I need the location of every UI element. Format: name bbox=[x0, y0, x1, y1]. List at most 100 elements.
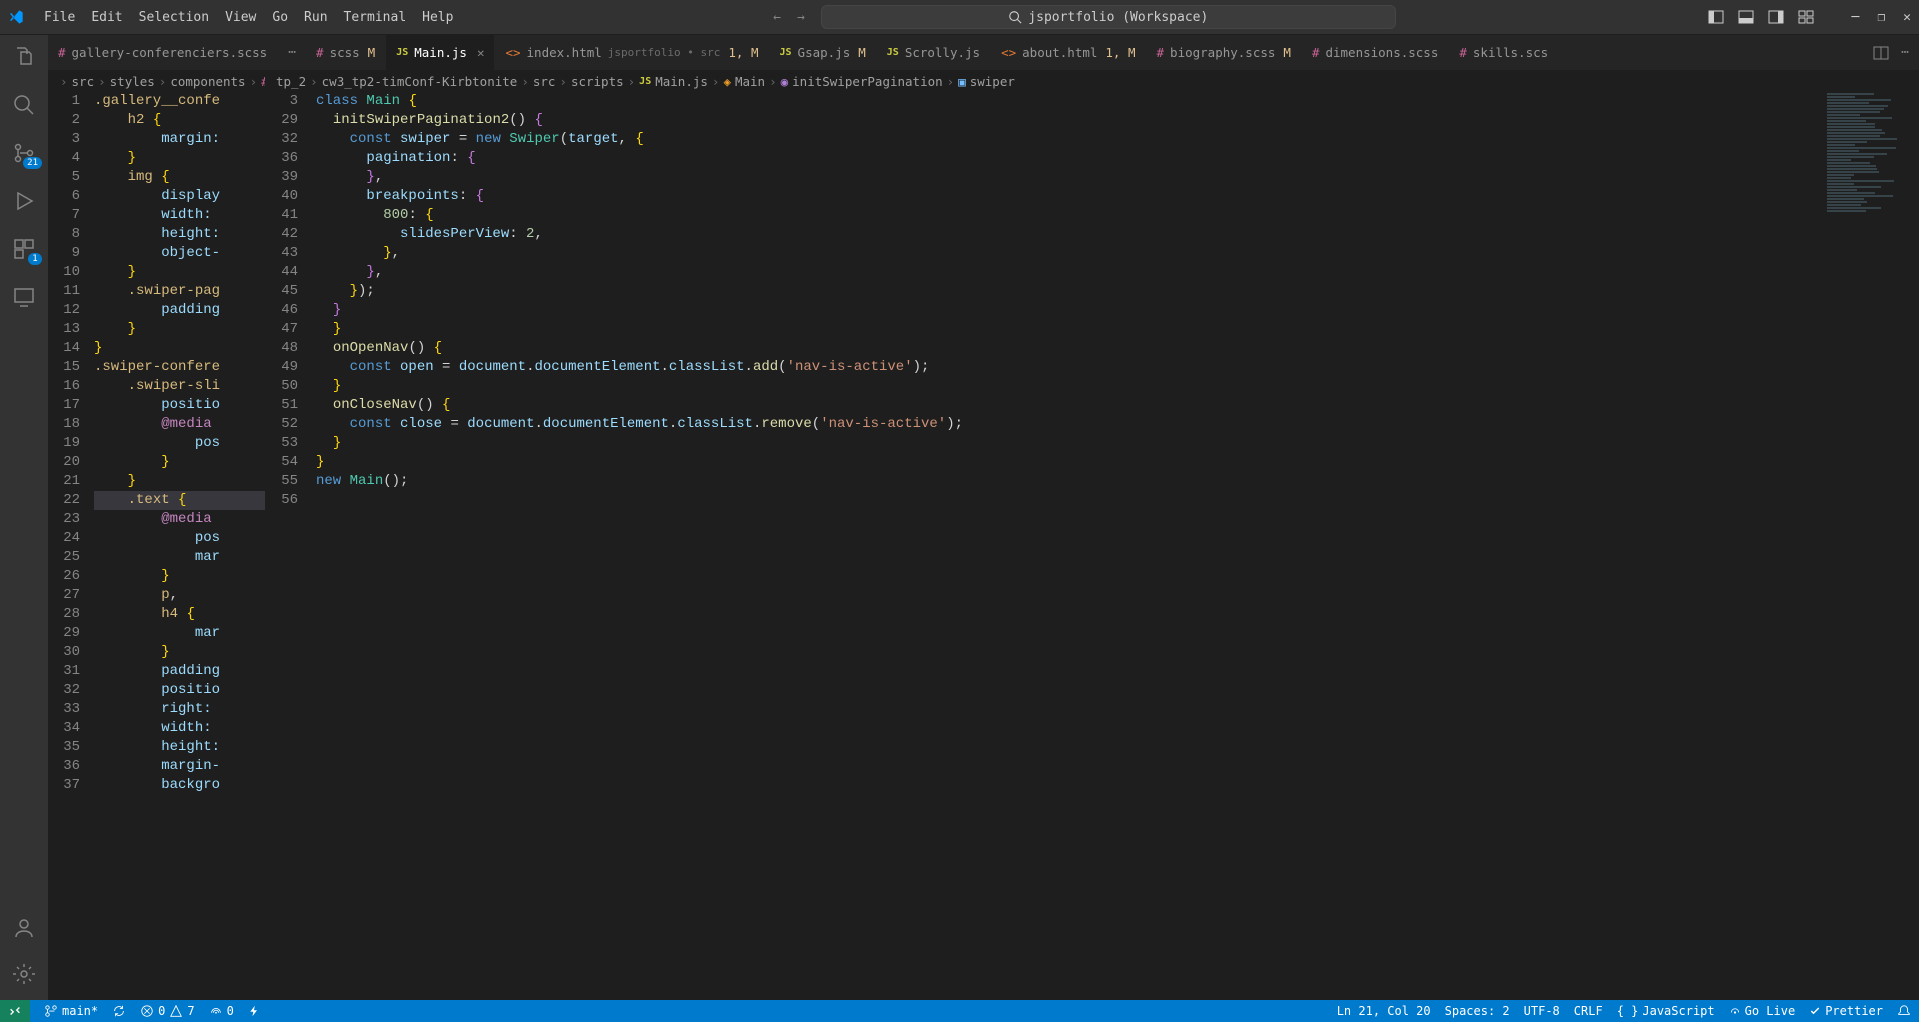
menu-view[interactable]: View bbox=[217, 6, 264, 29]
titlebar: FileEditSelectionViewGoRunTerminalHelp ←… bbox=[0, 0, 1919, 35]
editor-area: #gallery-conferenciers.scss⋯#scssMJSMain… bbox=[48, 35, 1919, 1000]
menu-terminal[interactable]: Terminal bbox=[336, 6, 415, 29]
go-live[interactable]: Go Live bbox=[1729, 1004, 1796, 1018]
crumb[interactable]: Main bbox=[735, 74, 765, 89]
crumb[interactable]: src bbox=[533, 74, 556, 89]
crumb[interactable]: styles bbox=[110, 74, 155, 89]
left-code[interactable]: 1234567891011121314151617181920212223242… bbox=[48, 92, 265, 1000]
menu-selection[interactable]: Selection bbox=[131, 6, 217, 29]
layout-grid-icon[interactable] bbox=[1798, 9, 1814, 25]
crumb[interactable]: scripts bbox=[571, 74, 624, 89]
main: 21 1 #gallery-conferenciers.scss⋯#scssMJ… bbox=[0, 35, 1919, 1000]
tab-Scrolly-js[interactable]: JSScrolly.js bbox=[877, 35, 991, 70]
split-editor-icon[interactable] bbox=[1873, 45, 1889, 61]
minimize-icon[interactable]: ─ bbox=[1852, 10, 1860, 25]
breadcrumb-right[interactable]: tp_2› cw3_tp2-timConf-Kirbtonite› src› s… bbox=[266, 70, 1919, 92]
problems[interactable]: 0 7 bbox=[140, 1004, 194, 1018]
menu-help[interactable]: Help bbox=[414, 6, 461, 29]
scm-badge: 21 bbox=[23, 157, 42, 169]
close-icon[interactable]: ✕ bbox=[477, 45, 485, 60]
minimap[interactable] bbox=[1819, 92, 1919, 1000]
forward-icon[interactable]: → bbox=[797, 10, 805, 25]
panel-left-icon[interactable] bbox=[1708, 9, 1724, 25]
tab-dimensions-scss[interactable]: #dimensions.scss bbox=[1302, 35, 1449, 70]
html-icon: <> bbox=[1001, 45, 1016, 60]
tab-label: about.html bbox=[1022, 45, 1097, 60]
panel-bottom-icon[interactable] bbox=[1738, 9, 1754, 25]
ports[interactable]: 0 bbox=[209, 1004, 234, 1018]
tab-biography-scss[interactable]: # biography.scss M bbox=[1147, 35, 1302, 70]
tab-dirty: M bbox=[1283, 45, 1291, 60]
tabs: #gallery-conferenciers.scss⋯#scssMJSMain… bbox=[48, 35, 1919, 70]
breadcrumb-left[interactable]: › src› styles› components› # ga bbox=[48, 70, 265, 92]
tab-Gsap-js[interactable]: JSGsap.jsM bbox=[770, 35, 877, 70]
lightning-icon[interactable] bbox=[248, 1004, 260, 1018]
scss-icon: # bbox=[1312, 45, 1320, 60]
titlebar-right: ─ ❐ ✕ bbox=[1708, 9, 1911, 25]
eol[interactable]: CRLF bbox=[1574, 1004, 1603, 1018]
tab-path: jsportfolio • src bbox=[608, 46, 721, 59]
right-code[interactable]: 3293236394041424344454647484950515253545… bbox=[266, 92, 1919, 1000]
crumb[interactable]: src bbox=[72, 74, 95, 89]
search-icon[interactable] bbox=[12, 93, 36, 117]
left-pane: › src› styles› components› # ga 12345678… bbox=[48, 70, 266, 1000]
extensions-icon[interactable]: 1 bbox=[12, 237, 36, 261]
back-icon[interactable]: ← bbox=[773, 10, 781, 25]
tab-Main-js[interactable]: JSMain.js✕ bbox=[386, 35, 495, 70]
source-control-icon[interactable]: 21 bbox=[12, 141, 36, 165]
tab-about-html[interactable]: <>about.html1, M bbox=[991, 35, 1146, 70]
command-center[interactable]: jsportfolio (Workspace) bbox=[821, 5, 1396, 29]
panel-right-icon[interactable] bbox=[1768, 9, 1784, 25]
menu-go[interactable]: Go bbox=[264, 6, 296, 29]
indentation[interactable]: Spaces: 2 bbox=[1445, 1004, 1510, 1018]
menu-file[interactable]: File bbox=[36, 6, 83, 29]
tab-skills-scss[interactable]: #skills.scs bbox=[1449, 35, 1559, 70]
accounts-icon[interactable] bbox=[12, 916, 36, 940]
crumb[interactable]: cw3_tp2-timConf-Kirbtonite bbox=[322, 74, 518, 89]
crumb[interactable]: Main.js bbox=[655, 74, 708, 89]
statusbar: main* 0 7 0 Ln 21, Col 20 Spaces: 2 UTF-… bbox=[0, 1000, 1919, 1022]
more-actions-icon[interactable]: ⋯ bbox=[1901, 45, 1909, 60]
tab-dirty: 1, M bbox=[728, 45, 758, 60]
remote-indicator[interactable] bbox=[0, 1000, 30, 1022]
variable-icon: ▣ bbox=[958, 74, 966, 89]
crumb[interactable]: initSwiperPagination bbox=[792, 74, 943, 89]
crumb[interactable]: components bbox=[170, 74, 245, 89]
js-icon: JS bbox=[887, 47, 899, 58]
class-icon: ◈ bbox=[723, 74, 731, 89]
language-mode[interactable]: { } JavaScript bbox=[1617, 1004, 1715, 1018]
menu-run[interactable]: Run bbox=[296, 6, 335, 29]
prettier[interactable]: Prettier bbox=[1809, 1004, 1883, 1018]
crumb[interactable]: tp_2 bbox=[276, 74, 306, 89]
ext-badge: 1 bbox=[28, 253, 42, 265]
activitybar: 21 1 bbox=[0, 35, 48, 1000]
cursor-position[interactable]: Ln 21, Col 20 bbox=[1337, 1004, 1431, 1018]
vscode-logo-icon bbox=[8, 9, 34, 25]
bell-icon[interactable] bbox=[1897, 1004, 1911, 1018]
run-debug-icon[interactable] bbox=[12, 189, 36, 213]
tab-index-html[interactable]: <>index.htmljsportfolio • src1, M bbox=[495, 35, 769, 70]
sync-icon[interactable] bbox=[112, 1004, 126, 1018]
explorer-icon[interactable] bbox=[12, 45, 36, 69]
titlebar-left: FileEditSelectionViewGoRunTerminalHelp bbox=[8, 9, 461, 25]
scss-icon: # bbox=[58, 45, 66, 60]
scss-icon: # bbox=[1459, 45, 1467, 60]
git-branch[interactable]: main* bbox=[44, 1004, 98, 1018]
settings-icon[interactable] bbox=[12, 962, 36, 986]
tab-label: biography.scss bbox=[1170, 45, 1275, 60]
search-icon bbox=[1008, 10, 1022, 24]
scss-icon: # bbox=[1157, 45, 1165, 60]
maximize-icon[interactable]: ❐ bbox=[1877, 10, 1885, 25]
tab-label: gallery-conferenciers.scss bbox=[72, 45, 268, 60]
encoding[interactable]: UTF-8 bbox=[1524, 1004, 1560, 1018]
tab-label: scss bbox=[330, 45, 360, 60]
js-icon: JS bbox=[396, 47, 408, 58]
crumb[interactable]: swiper bbox=[970, 74, 1015, 89]
remote-explorer-icon[interactable] bbox=[12, 285, 36, 309]
close-icon[interactable]: ✕ bbox=[1903, 10, 1911, 25]
chevron-right-icon: › bbox=[60, 74, 68, 89]
tab-gallery-conferenciers-scss[interactable]: # gallery-conferenciers.scss bbox=[48, 35, 278, 70]
tab-scss[interactable]: #scssM bbox=[306, 35, 386, 70]
menu-edit[interactable]: Edit bbox=[83, 6, 130, 29]
tab-overflow[interactable]: ⋯ bbox=[278, 35, 306, 70]
